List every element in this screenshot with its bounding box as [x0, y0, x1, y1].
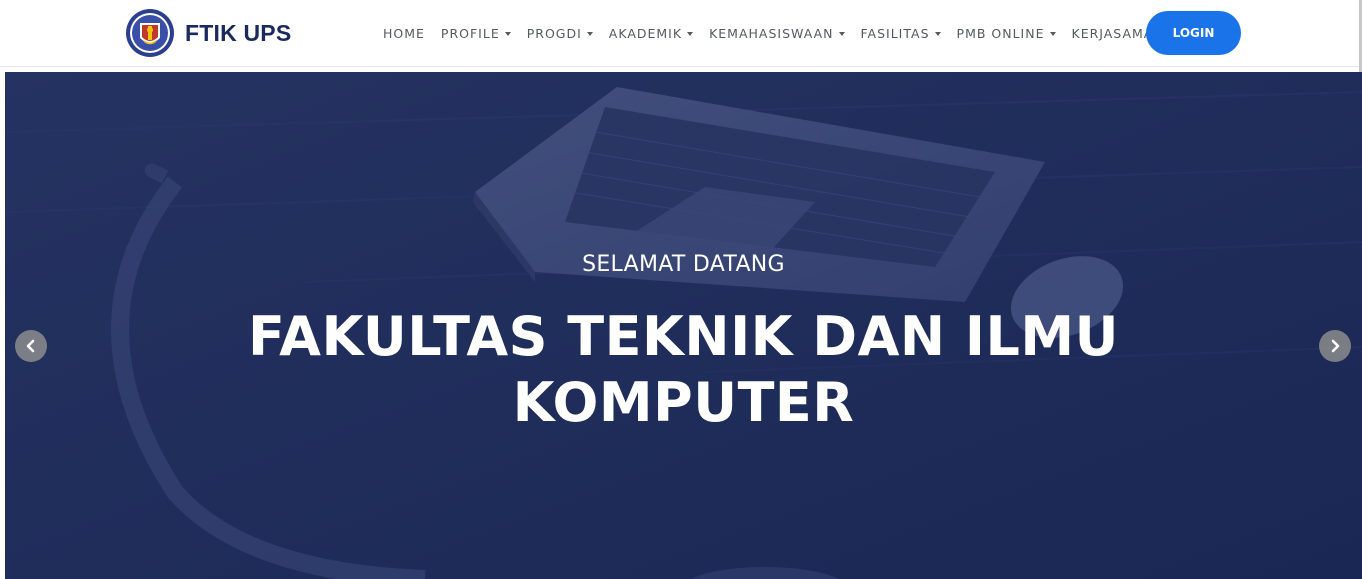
nav-item-fasilitas[interactable]: FASILITAS [853, 0, 949, 67]
nav-item-profile[interactable]: PROFILE [433, 0, 519, 67]
brand-link[interactable]: FTIK UPS [124, 8, 291, 58]
login-button[interactable]: LOGIN [1146, 11, 1241, 55]
nav-item-home[interactable]: HOME [375, 0, 433, 67]
nav-item-label: PROGDI [526, 26, 582, 41]
caret-down-icon [586, 31, 593, 36]
chevron-left-icon [26, 339, 35, 353]
nav-item-label: PROFILE [440, 26, 500, 41]
nav-item-label: KERJASAMA [1071, 26, 1154, 41]
nav-item-label: AKADEMIK [608, 26, 683, 41]
caret-down-icon [687, 31, 694, 36]
nav-item-kemahasiswaan[interactable]: KEMAHASISWAAN [701, 0, 852, 67]
hero-caption: SELAMAT DATANG FAKULTAS TEKNIK DAN ILMU … [5, 72, 1362, 579]
carousel-next-button[interactable] [1319, 330, 1351, 362]
nav-item-label: KEMAHASISWAAN [709, 26, 834, 41]
nav-item-label: PMB ONLINE [956, 26, 1045, 41]
hero-title-line: FAKULTAS TEKNIK DAN ILMU [247, 305, 1120, 368]
hero-title-line: KOMPUTER [512, 371, 855, 434]
brand-name: FTIK UPS [185, 19, 292, 46]
nav-item-pmb-online[interactable]: PMB ONLINE [949, 0, 1064, 67]
caret-down-icon [838, 31, 845, 36]
hero-subtitle: SELAMAT DATANG [582, 252, 785, 277]
nav-item-akademik[interactable]: AKADEMIK [601, 0, 701, 67]
university-crest-logo [126, 9, 174, 57]
hero-title: FAKULTAS TEKNIK DAN ILMU KOMPUTER [235, 304, 1132, 436]
hero-carousel: SELAMAT DATANG FAKULTAS TEKNIK DAN ILMU … [5, 72, 1362, 579]
nav-item-progdi[interactable]: PROGDI [519, 0, 601, 67]
caret-down-icon [934, 31, 941, 36]
nav-item-label: FASILITAS [860, 26, 930, 41]
carousel-prev-button[interactable] [15, 330, 47, 362]
caret-down-icon [1049, 31, 1056, 36]
main-menu: HOME PROFILE PROGDI AKADEMIK KEMAHASISWA… [375, 0, 1161, 67]
caret-down-icon [504, 31, 511, 36]
nav-item-label: HOME [383, 26, 425, 41]
chevron-right-icon [1331, 339, 1340, 353]
top-navbar: FTIK UPS HOME PROFILE PROGDI AKADEMIK KE… [0, 0, 1362, 67]
